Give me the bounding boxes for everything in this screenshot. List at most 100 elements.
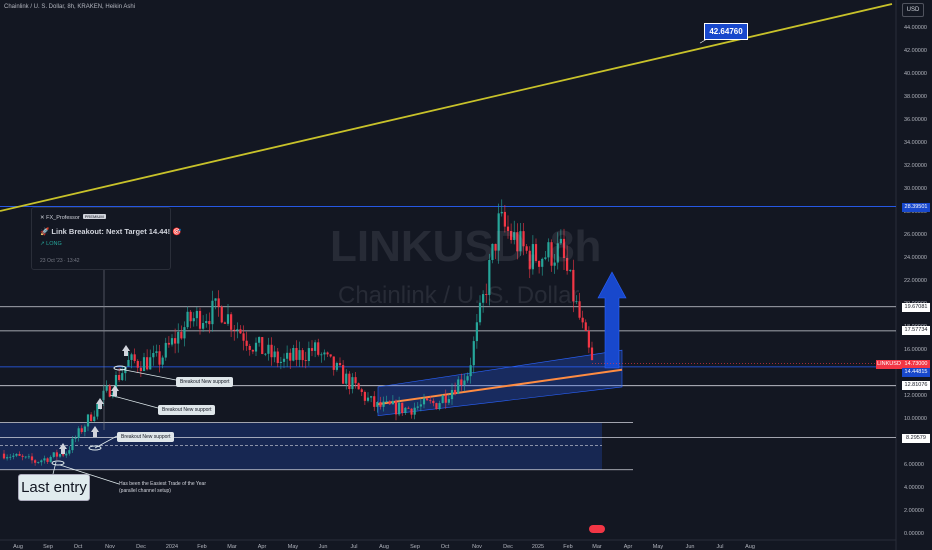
- x-tick-label: Feb: [197, 544, 206, 550]
- candle-body: [413, 407, 416, 415]
- last-entry-callout[interactable]: Last entry: [18, 474, 90, 501]
- candle-body: [192, 318, 195, 322]
- candle-body: [242, 333, 245, 341]
- x-tick-label: 2025: [532, 544, 544, 550]
- candle-body: [447, 399, 450, 403]
- x-tick-label: Aug: [745, 544, 755, 550]
- candle-body: [388, 401, 391, 405]
- candle-body: [289, 352, 292, 361]
- candle-body: [77, 428, 80, 438]
- candle-body: [326, 352, 329, 355]
- candle-body: [500, 211, 503, 214]
- candle-body: [37, 462, 40, 463]
- candle-body: [401, 402, 404, 414]
- x-tick-label: Jun: [686, 544, 695, 550]
- candle-body: [133, 354, 136, 361]
- candle-body: [2, 453, 6, 459]
- callout-breakout-1[interactable]: Breakout New support: [176, 377, 234, 387]
- candle-body: [30, 456, 34, 461]
- candle-body: [186, 311, 189, 328]
- chart-title: Chainlink / U. S. Dollar, 8h, KRAKEN, He…: [4, 4, 136, 10]
- candle-body: [43, 458, 46, 461]
- candle-body: [80, 428, 83, 433]
- candle-body: [298, 350, 301, 360]
- candle-body: [429, 400, 432, 402]
- candle-body: [230, 314, 233, 330]
- candle-body: [360, 389, 363, 392]
- candle-body: [152, 352, 155, 358]
- candle-body: [323, 352, 326, 355]
- candle-body: [320, 354, 323, 356]
- candle-body: [310, 348, 314, 351]
- candle-body: [345, 373, 348, 384]
- candle-body: [258, 337, 261, 343]
- candle-body: [121, 373, 124, 381]
- x-tick-label: May: [653, 544, 664, 550]
- y-tick-label: 42.00000: [904, 48, 927, 54]
- candle-body: [444, 395, 447, 403]
- x-tick-label: Mar: [227, 544, 237, 550]
- candle-body: [270, 344, 273, 358]
- candle-body: [27, 456, 30, 458]
- y-tick-label: 4.00000: [904, 485, 924, 491]
- idea-headline[interactable]: 🚀 Link Breakout: Next Target 14.44! 🎯: [40, 227, 182, 236]
- candle-body: [195, 310, 198, 319]
- candle-body: [127, 359, 130, 367]
- idea-author[interactable]: FX_Professor: [46, 215, 80, 221]
- candle-body: [49, 456, 52, 462]
- x-tick-label: Dec: [503, 544, 513, 550]
- candle-body: [65, 453, 68, 456]
- candle-body: [587, 330, 590, 348]
- candle-body: [46, 458, 49, 462]
- x-tick-label: Dec: [136, 544, 146, 550]
- candle-body: [348, 373, 351, 390]
- candle-body: [419, 404, 422, 407]
- candle-body: [404, 407, 407, 414]
- candle-body: [202, 323, 205, 329]
- candle-body: [198, 310, 202, 329]
- candle-body: [217, 298, 220, 307]
- candle-body: [40, 460, 43, 463]
- candle-body: [180, 332, 183, 339]
- y-tick-label: 22.00000: [904, 278, 927, 284]
- candle-body: [62, 454, 65, 456]
- candle-body: [251, 349, 254, 352]
- callout-breakout-3[interactable]: Breakout New support: [117, 432, 175, 442]
- candle-body: [214, 298, 217, 301]
- candle-body: [398, 402, 401, 415]
- candle-body: [170, 338, 174, 345]
- candle-body: [6, 457, 9, 459]
- candle-body: [370, 396, 373, 398]
- candle-body: [9, 456, 12, 458]
- candle-body: [379, 402, 382, 407]
- trend-target-tag[interactable]: 42.64760: [704, 23, 748, 40]
- price-chart[interactable]: 0.000002.000004.000006.000008.0000010.00…: [0, 0, 932, 550]
- candle-body: [105, 385, 108, 391]
- x-tick-label: Sep: [43, 544, 53, 550]
- candle-body: [155, 351, 158, 353]
- candle-body: [236, 329, 239, 331]
- candle-body: [211, 300, 214, 325]
- y-tick-label: 12.00000: [904, 393, 927, 399]
- flag-icon[interactable]: [589, 525, 605, 533]
- x-tick-label: Aug: [13, 544, 23, 550]
- candle-body: [139, 367, 142, 372]
- note-line-1: Has been the Easiest Trade of the Year: [119, 481, 207, 487]
- chart-root: 0.000002.000004.000006.000008.0000010.00…: [0, 0, 932, 550]
- candle-body: [435, 403, 438, 410]
- candle-body: [90, 414, 93, 421]
- candle-body: [441, 395, 444, 404]
- candle-body: [286, 352, 289, 359]
- candle-body: [466, 376, 469, 381]
- note-text[interactable]: Has been the Easiest Trade of the Year (…: [119, 481, 206, 494]
- callout-breakout-2[interactable]: Breakout New support: [158, 405, 216, 415]
- idea-card[interactable]: ✕ FX_Professor PREMIUM 🚀 Link Breakout: N…: [31, 207, 182, 270]
- candle-body: [410, 408, 413, 415]
- symbol-label: LINKUSD: [876, 360, 902, 369]
- x-tick-label: Nov: [472, 544, 482, 550]
- callout-pointer: [109, 394, 159, 409]
- candle-body: [363, 391, 366, 401]
- candle-body: [317, 342, 320, 355]
- currency-button[interactable]: USD: [902, 3, 924, 17]
- candle-body: [55, 452, 58, 457]
